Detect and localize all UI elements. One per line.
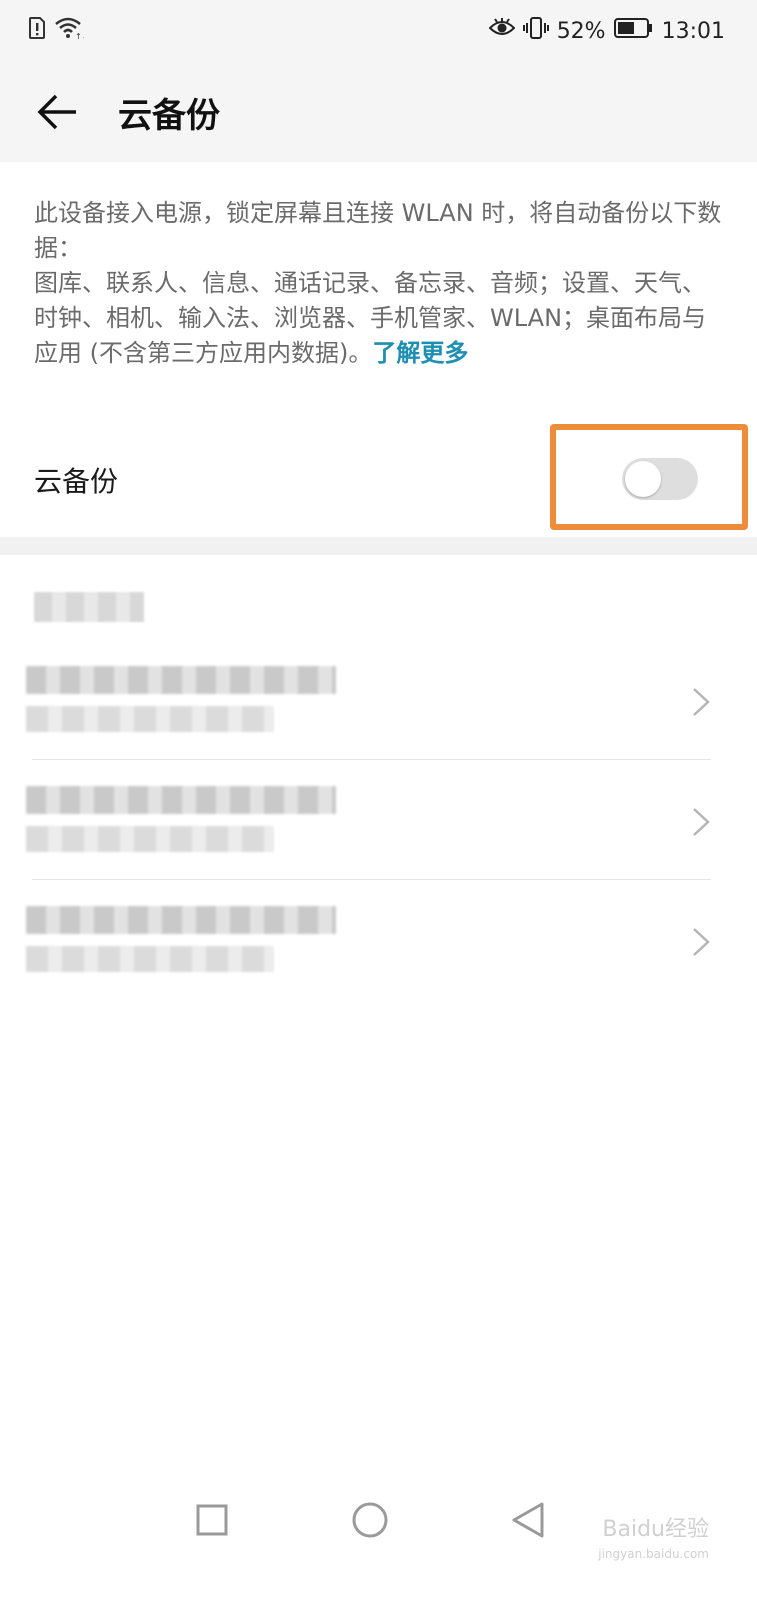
status-bar: ↑↓ 52% [0,0,757,62]
back-button[interactable] [30,84,86,140]
svg-text:↑↓: ↑↓ [75,32,84,40]
chevron-right-icon [693,688,710,716]
blurred-title [26,666,336,694]
recent-apps-button[interactable] [182,1490,242,1550]
chevron-right-icon [693,808,710,836]
circle-icon [352,1502,388,1538]
app-bar: 云备份 [0,62,757,162]
blurred-subtitle [26,706,274,732]
blurred-subtitle [26,946,274,972]
page-title: 云备份 [118,96,220,136]
blurred-title [26,906,336,934]
blurred-title [26,786,336,814]
sim-alert-icon [28,17,46,43]
list-item[interactable] [0,640,757,760]
triangle-back-icon [512,1502,544,1538]
wifi-icon: ↑↓ [54,16,88,44]
blurred-section-label [34,592,144,622]
list-item[interactable] [0,760,757,880]
battery-icon [613,17,654,45]
square-icon [196,1504,228,1536]
watermark: Baidu经验 jingyan.baidu.com [598,1518,709,1566]
eye-icon [488,18,516,44]
status-right: 52% 13:01 [488,16,725,46]
clock: 13:01 [661,18,725,44]
backup-description: 此设备接入电源，锁定屏幕且连接 WLAN 时，将自动备份以下数据： 图库、联系人… [34,196,724,371]
status-left: ↑↓ [28,16,88,44]
watermark-brand: Baidu经验 [602,1517,709,1542]
cloud-backup-label: 云备份 [34,465,119,498]
learn-more-link[interactable]: 了解更多 [372,339,468,367]
blurred-subtitle [26,826,274,852]
back-nav-button[interactable] [498,1490,558,1550]
back-arrow-icon [37,94,76,130]
home-button[interactable] [340,1490,400,1550]
list-item[interactable] [0,880,757,1000]
vibrate-icon [522,16,549,46]
battery-percent: 52% [556,18,606,44]
switch-knob [625,461,661,497]
cloud-backup-switch[interactable] [622,458,698,500]
watermark-url: jingyan.baidu.com [598,1547,709,1561]
chevron-right-icon [693,928,710,956]
section-divider [0,537,757,555]
